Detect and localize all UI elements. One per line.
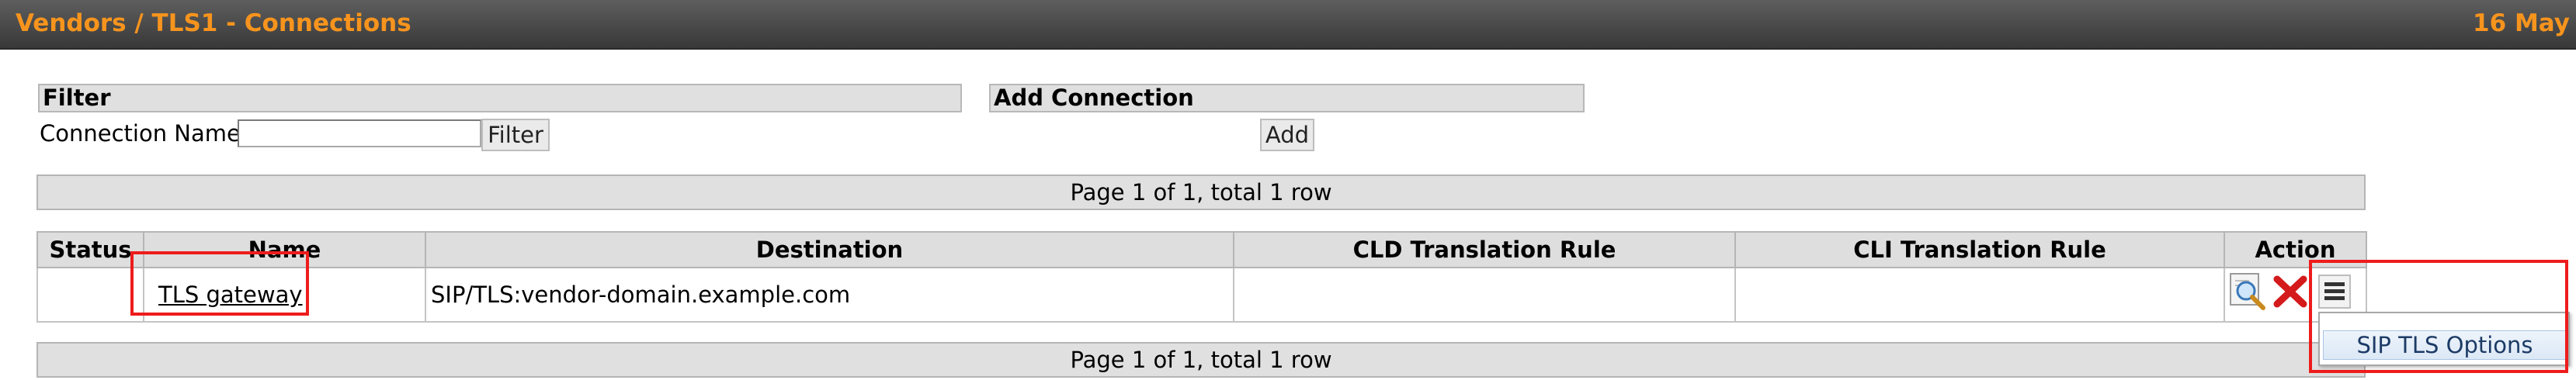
delete-icon[interactable] xyxy=(2272,275,2308,312)
add-connection-panel-title: Add Connection xyxy=(989,84,1585,112)
filter-button[interactable]: Filter xyxy=(481,119,550,151)
breadcrumb-separator: / xyxy=(126,9,152,37)
cell-destination: SIP/TLS:vendor-domain.example.com xyxy=(425,267,1234,323)
filter-panel-title: Filter xyxy=(38,84,962,112)
highlight-box-actions xyxy=(2309,260,2568,373)
pager-top: Page 1 of 1, total 1 row xyxy=(36,174,2366,210)
table-row: TLS gateway SIP/TLS:vendor-domain.exampl… xyxy=(36,267,2367,323)
page-header: Vendors / TLS1 - Connections 16 May xyxy=(0,0,2576,50)
connection-name-label: Connection Name xyxy=(40,120,241,147)
breadcrumb: Vendors / TLS1 - Connections xyxy=(16,9,411,37)
add-button[interactable]: Add xyxy=(1260,119,1314,151)
magnifier-icon[interactable] xyxy=(2229,272,2268,314)
breadcrumb-vendors[interactable]: Vendors xyxy=(16,9,127,37)
column-header-destination[interactable]: Destination xyxy=(425,231,1234,268)
breadcrumb-page: - Connections xyxy=(217,9,411,37)
cell-status xyxy=(36,267,144,323)
breadcrumb-vendor[interactable]: TLS1 xyxy=(152,9,218,37)
header-date: 16 May xyxy=(2473,9,2570,37)
connections-table: Status Name Destination CLD Translation … xyxy=(36,231,2367,323)
table-header-row: Status Name Destination CLD Translation … xyxy=(36,231,2367,268)
connection-name-input[interactable] xyxy=(238,119,481,147)
column-header-cld-rule[interactable]: CLD Translation Rule xyxy=(1233,231,1736,268)
column-header-cli-rule[interactable]: CLI Translation Rule xyxy=(1734,231,2225,268)
cell-cld-rule xyxy=(1233,267,1736,323)
highlight-box-name xyxy=(130,251,309,316)
pager-bottom: Page 1 of 1, total 1 row xyxy=(36,342,2366,378)
cell-cli-rule xyxy=(1734,267,2225,323)
column-header-status[interactable]: Status xyxy=(36,231,144,268)
